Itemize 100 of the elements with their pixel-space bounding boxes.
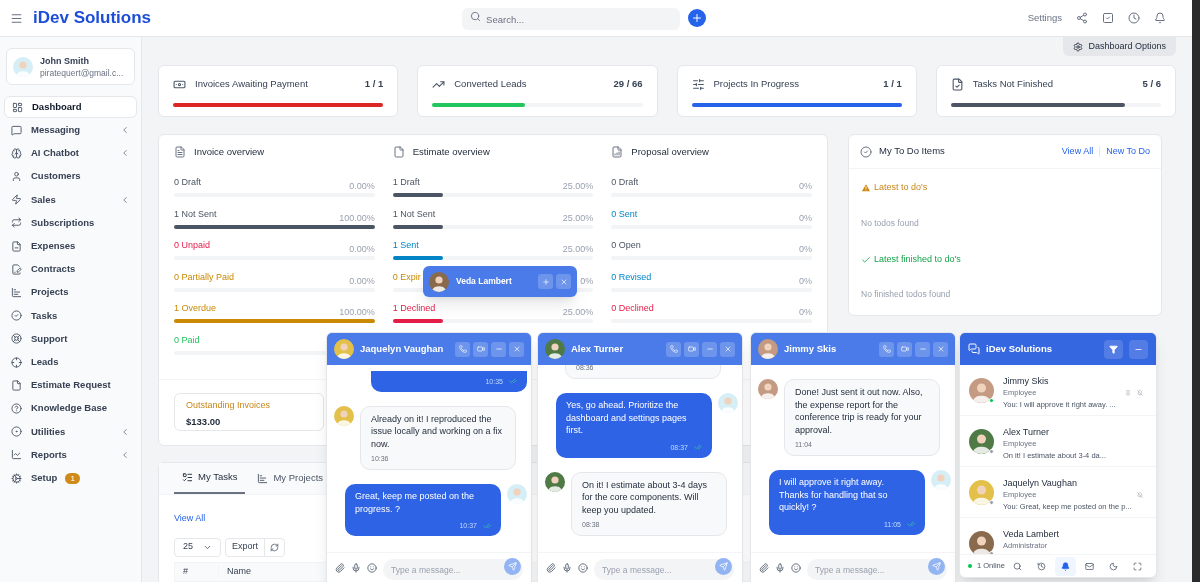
attach-icon[interactable]: [546, 563, 556, 573]
sidebar-item[interactable]: Messaging: [4, 119, 137, 142]
sidebar-label: Contracts: [31, 262, 76, 277]
bell-button[interactable]: [1055, 556, 1076, 576]
contract-icon: [11, 263, 22, 275]
check-circle-icon: [11, 310, 22, 322]
sidebar-item[interactable]: Expenses: [4, 235, 137, 258]
status-percent: 0%: [799, 211, 812, 224]
minimized-chat-dialog[interactable]: Veda Lambert: [423, 266, 577, 297]
todo-title: My To Do Items: [879, 144, 945, 159]
sidebar-item[interactable]: Sales: [4, 188, 137, 211]
sidebar-item[interactable]: Dashboard: [4, 96, 137, 118]
share-icon[interactable]: [1076, 12, 1088, 24]
todo-link[interactable]: View All: [1061, 144, 1094, 159]
sidebar-item[interactable]: Subscriptions: [4, 211, 137, 234]
tab[interactable]: My Projects: [249, 463, 332, 494]
sidebar-label: Dashboard: [32, 99, 82, 114]
sliders-icon: [691, 77, 705, 91]
chart-icon: [11, 287, 22, 298]
settings-link[interactable]: Settings: [1027, 10, 1062, 26]
file-icon: [11, 379, 22, 391]
close-button[interactable]: [509, 341, 524, 357]
sidebar-item[interactable]: Support: [4, 327, 137, 350]
moon-icon: [1109, 561, 1118, 571]
sidebar-item[interactable]: Utilities: [4, 420, 137, 443]
message-input[interactable]: Type a message...: [594, 559, 734, 581]
expand-button[interactable]: [538, 274, 553, 289]
sidebar-label: Support: [31, 331, 68, 346]
avatar: [969, 429, 994, 454]
stat-title: Projects In Progress: [713, 77, 800, 91]
view-all-link[interactable]: View All: [174, 512, 206, 526]
crosshair-icon: [11, 356, 22, 368]
status-label: 1 Not Sent: [174, 207, 217, 221]
status-percent: 0.00%: [349, 180, 375, 192]
bell-icon[interactable]: [1154, 12, 1166, 24]
sidebar-item[interactable]: Customers: [4, 165, 137, 188]
call-button[interactable]: [879, 341, 894, 357]
page-size-select[interactable]: 25: [174, 537, 221, 557]
checkbox-icon[interactable]: [1102, 12, 1114, 24]
sidebar-label: Estimate Request: [31, 378, 111, 393]
video-call-button[interactable]: [897, 341, 912, 357]
status-label: 0 Declined: [611, 302, 654, 315]
stat-title: Invoices Awaiting Payment: [195, 77, 308, 91]
microphone-icon[interactable]: [351, 563, 361, 573]
video-call-button[interactable]: [684, 341, 699, 357]
search-icon: [470, 11, 482, 23]
call-button[interactable]: [455, 341, 470, 357]
dashboard-options-button[interactable]: Dashboard Options: [1063, 37, 1176, 56]
bolt-icon: [11, 194, 22, 206]
sidebar-item[interactable]: Estimate Request: [4, 374, 137, 397]
sidebar-label: Leads: [31, 354, 59, 369]
sidebar-item[interactable]: Setup 1: [4, 467, 137, 489]
microphone-icon[interactable]: [775, 563, 785, 573]
sidebar-item[interactable]: AI Chatbot: [4, 142, 137, 165]
sidebar-item[interactable]: Contracts: [4, 258, 137, 281]
status-label: 1 Overdue: [174, 302, 217, 315]
attach-icon[interactable]: [759, 563, 769, 573]
emoji-icon[interactable]: [791, 563, 801, 573]
emoji-icon[interactable]: [367, 563, 377, 573]
count-badge: 1: [65, 472, 80, 484]
add-button[interactable]: [688, 9, 707, 27]
todo-link[interactable]: New To Do: [1106, 144, 1150, 159]
chat-icon: [11, 124, 22, 136]
mail-icon: [1085, 561, 1094, 571]
search-field[interactable]: Search...: [462, 8, 681, 31]
close-button[interactable]: [556, 274, 571, 289]
message-input[interactable]: Type a message...: [383, 559, 523, 581]
minimize-button[interactable]: [915, 341, 930, 357]
sidebar-item[interactable]: Projects: [4, 281, 137, 304]
avatar: [758, 339, 778, 359]
sidebar-item[interactable]: Leads: [4, 351, 137, 374]
call-button[interactable]: [666, 341, 681, 357]
emoji-icon[interactable]: [578, 563, 588, 573]
message-input[interactable]: Type a message...: [807, 559, 947, 581]
sidebar-item[interactable]: Reports: [4, 443, 137, 466]
sidebar-item[interactable]: Knowledge Base: [4, 397, 137, 420]
tab[interactable]: My Tasks: [174, 463, 246, 494]
column-header: #: [175, 564, 219, 579]
attach-icon[interactable]: [335, 563, 345, 573]
close-button[interactable]: [933, 341, 948, 357]
panel-title: iDev Solutions: [986, 341, 1052, 356]
menu-icon[interactable]: [10, 11, 23, 25]
avatar: [969, 480, 994, 505]
contact-name: Alex Turner: [1003, 426, 1050, 438]
avatar: [758, 379, 778, 399]
close-button[interactable]: [720, 341, 735, 357]
minimize-button[interactable]: [491, 341, 506, 357]
status-percent: 0%: [799, 274, 812, 287]
minimize-button[interactable]: [702, 341, 717, 357]
profile-card[interactable]: John Smith piratequert@gmail.c...: [6, 48, 135, 85]
video-call-button[interactable]: [473, 341, 488, 357]
message-text: Done! Just sent it out now. Also, the expense report for the conference trip is ready for your approval.: [795, 386, 924, 436]
status-percent: 25.00%: [562, 180, 594, 192]
document-icon: [392, 146, 405, 158]
filter-button[interactable]: [1104, 339, 1123, 359]
clock-icon[interactable]: [1128, 12, 1140, 24]
status-percent: 0.00%: [349, 274, 375, 287]
sidebar-item[interactable]: Tasks: [4, 304, 137, 327]
file-check-icon: [950, 77, 964, 91]
microphone-icon[interactable]: [562, 563, 572, 573]
